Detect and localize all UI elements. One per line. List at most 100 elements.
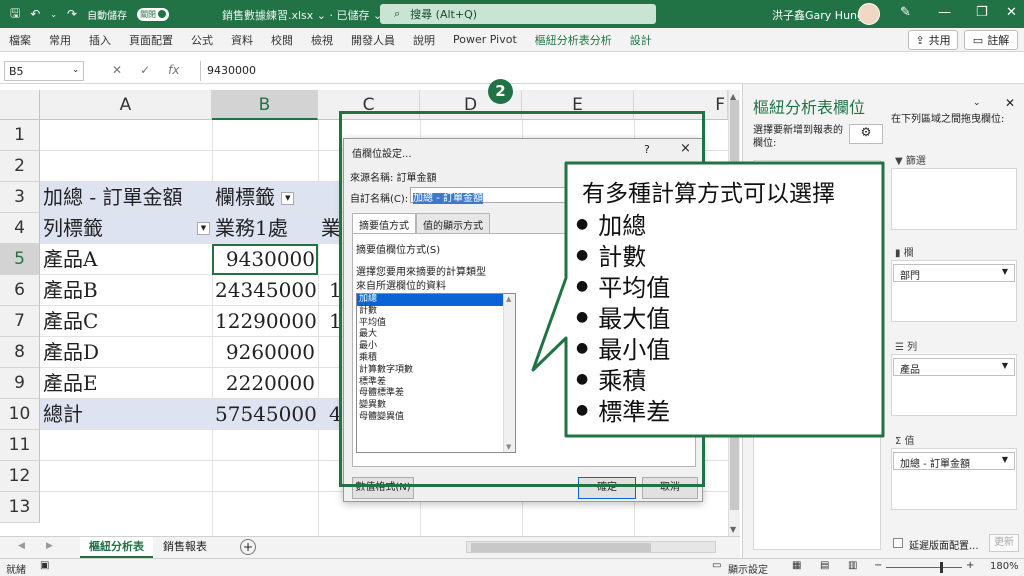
chevron-down-icon[interactable]: ▼ (1002, 267, 1008, 276)
user-name[interactable]: 洪子鑫Gary Hung (772, 7, 864, 23)
tab-view[interactable]: 檢視 (302, 32, 342, 48)
sheet-tab-pivot[interactable]: 樞紐分析表 (80, 537, 153, 558)
zoom-slider[interactable] (886, 567, 962, 568)
row-header[interactable]: 2 (0, 151, 40, 182)
chevron-down-icon[interactable]: ▼ (1002, 361, 1008, 370)
pivot-value-caption[interactable]: 加總 - 訂單金額 (40, 182, 212, 213)
tab-review[interactable]: 校閱 (262, 32, 302, 48)
close-icon[interactable]: ✕ (1006, 5, 1017, 20)
normal-view-icon[interactable]: ▦ (792, 560, 801, 571)
pivot-row-item[interactable]: 產品D (40, 337, 212, 368)
display-settings-label[interactable]: 顯示設定 (728, 561, 768, 576)
column-header-b[interactable]: B (212, 90, 318, 120)
chevron-down-icon[interactable]: ⌄ (72, 65, 79, 74)
tools-gear-icon[interactable]: ⚙ (849, 124, 883, 144)
formula-input[interactable]: 9430000 (200, 61, 740, 81)
add-sheet-button[interactable]: + (240, 539, 256, 555)
zoom-slider-thumb[interactable] (940, 562, 943, 573)
tab-power-pivot[interactable]: Power Pivot (444, 33, 526, 46)
chevron-left-icon[interactable]: ◀ (18, 541, 25, 551)
row-header[interactable]: 12 (0, 461, 40, 492)
pivot-row-item[interactable]: 產品E (40, 368, 212, 399)
pivot-value-cell[interactable]: 12290000 (212, 306, 318, 337)
tab-help[interactable]: 說明 (404, 32, 444, 48)
bullet-icon: ● (576, 246, 589, 263)
column-header-a[interactable]: A (40, 90, 212, 120)
save-icon[interactable]: 🖫 (10, 4, 20, 25)
rows-field-chip[interactable]: 產品 ▼ (893, 358, 1015, 376)
tab-insert[interactable]: 插入 (80, 32, 120, 48)
scroll-down-icon[interactable]: ▼ (730, 525, 736, 534)
restore-icon[interactable]: ❐ (976, 5, 988, 20)
pivot-value-cell[interactable]: 2220000 (212, 368, 318, 399)
pivot-value-cell[interactable]: 9260000 (212, 337, 318, 368)
row-header[interactable]: 10 (0, 399, 40, 430)
row-header[interactable]: 5 (0, 244, 40, 275)
pivot-column-item[interactable]: 業務1處 (212, 213, 318, 244)
tab-data[interactable]: 資料 (222, 32, 262, 48)
row-header[interactable]: 1 (0, 120, 40, 151)
select-all-corner[interactable] (0, 90, 40, 120)
pivot-column-labels[interactable]: 欄標籤 ▼ (212, 182, 318, 213)
row-header[interactable]: 4 (0, 213, 40, 244)
chevron-down-icon[interactable]: ▼ (1002, 455, 1008, 464)
row-header[interactable]: 13 (0, 492, 40, 523)
row-header[interactable]: 8 (0, 337, 40, 368)
pen-icon[interactable]: ✎ (900, 5, 911, 20)
page-layout-view-icon[interactable]: ▤ (820, 560, 829, 571)
values-field-chip[interactable]: 加總 - 訂單金額 ▼ (893, 452, 1015, 470)
row-header[interactable]: 9 (0, 368, 40, 399)
pivot-grand-total-label[interactable]: 總計 (40, 399, 212, 430)
pivot-row-item[interactable]: 產品A (40, 244, 212, 275)
formula-bar: B5 ⌄ ✕ ✓ fx 9430000 (0, 58, 1024, 84)
search-input[interactable]: ⌕ 搜尋 (Alt+Q) (380, 4, 656, 24)
update-button[interactable]: 更新 (989, 534, 1019, 552)
pivot-row-item[interactable]: 產品B (40, 275, 212, 306)
cancel-icon[interactable]: ✕ (112, 63, 122, 77)
redo-icon[interactable]: ↷ (67, 7, 77, 21)
filter-dropdown-icon[interactable]: ▼ (281, 192, 295, 205)
tab-formulas[interactable]: 公式 (182, 32, 222, 48)
undo-icon[interactable]: ↶ (30, 7, 40, 21)
chevron-down-icon[interactable]: ⌄ (50, 10, 57, 19)
pivot-row-item[interactable]: 產品C (40, 306, 212, 337)
row-header[interactable]: 11 (0, 430, 40, 461)
fx-icon[interactable]: fx (168, 63, 179, 77)
tab-pivot-analyze[interactable]: 樞紐分析表分析 (526, 32, 621, 48)
pivot-grand-total-value[interactable]: 57545000 (212, 399, 318, 430)
horizontal-scrollbar[interactable] (466, 541, 716, 553)
tab-developer[interactable]: 開發人員 (342, 32, 404, 48)
share-button[interactable]: ⇪ 共用 (908, 30, 958, 50)
zoom-level[interactable]: 180% (990, 561, 1019, 572)
autosave-toggle[interactable]: 關閉 (137, 7, 170, 21)
sheet-tab-sales[interactable]: 銷售報表 (154, 537, 216, 558)
pivot-row-labels[interactable]: 列標籤 ▼ (40, 213, 212, 244)
tab-page-layout[interactable]: 頁面配置 (120, 32, 182, 48)
check-icon[interactable]: ✓ (140, 63, 150, 77)
avatar[interactable] (858, 3, 880, 25)
macro-record-icon[interactable]: ▣ (40, 560, 49, 571)
close-icon[interactable]: ✕ (1005, 96, 1015, 110)
tab-home[interactable]: 常用 (40, 32, 80, 48)
tab-design[interactable]: 設計 (621, 32, 661, 48)
minimize-icon[interactable]: — (938, 5, 951, 20)
scroll-thumb[interactable] (471, 543, 651, 552)
filter-dropdown-icon[interactable]: ▼ (197, 222, 210, 235)
row-header[interactable]: 3 (0, 182, 40, 213)
chevron-right-icon[interactable]: ▶ (46, 541, 53, 551)
pivot-value-cell[interactable]: 24345000 (212, 275, 318, 306)
zoom-in-button[interactable]: + (966, 560, 974, 571)
row-header[interactable]: 7 (0, 306, 40, 337)
display-settings-icon[interactable]: ▭ (712, 560, 721, 571)
filter-drop-zone[interactable] (891, 168, 1017, 230)
chevron-down-icon[interactable]: ⌄ (973, 98, 981, 108)
zoom-out-button[interactable]: − (874, 560, 882, 571)
tab-file[interactable]: 檔案 (0, 32, 40, 48)
file-name[interactable]: 銷售數據練習.xlsx ⌄ · 已儲存 ⌄ (222, 7, 382, 23)
name-box[interactable]: B5 ⌄ (4, 61, 84, 81)
row-header[interactable]: 6 (0, 275, 40, 306)
columns-field-chip[interactable]: 部門 ▼ (893, 264, 1015, 282)
comment-button[interactable]: ▭ 註解 (964, 30, 1018, 50)
defer-layout-checkbox[interactable] (893, 538, 903, 548)
page-break-view-icon[interactable]: ▥ (848, 560, 857, 571)
